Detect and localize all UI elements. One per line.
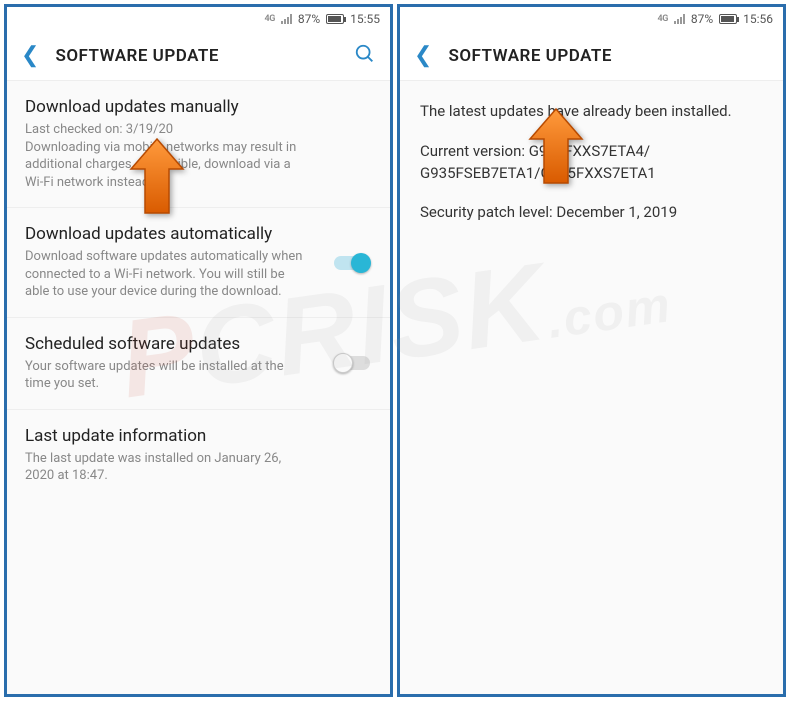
page-title: SOFTWARE UPDATE bbox=[55, 46, 338, 66]
status-bar: 4G 87% 15:56 bbox=[400, 7, 783, 31]
download-auto-item[interactable]: Download updates automatically Download … bbox=[7, 208, 390, 318]
signal-icon bbox=[674, 14, 685, 24]
battery-icon bbox=[719, 14, 737, 24]
battery-percent: 87% bbox=[691, 12, 713, 26]
settings-list: Download updates manually Last checked o… bbox=[7, 81, 390, 694]
item-title: Download updates manually bbox=[25, 97, 372, 117]
item-title: Download updates automatically bbox=[25, 224, 372, 244]
phone-left: 4G 87% 15:55 ❮ SOFTWARE UPDATE Download … bbox=[4, 4, 393, 697]
item-description: The last update was installed on January… bbox=[25, 450, 372, 485]
status-bar: 4G 87% 15:55 bbox=[7, 7, 390, 31]
auto-update-toggle[interactable] bbox=[332, 252, 372, 274]
download-manually-item[interactable]: Download updates manually Last checked o… bbox=[7, 81, 390, 208]
security-patch-level: Security patch level: December 1, 2019 bbox=[420, 202, 763, 224]
item-title: Scheduled software updates bbox=[25, 334, 372, 354]
signal-icon bbox=[281, 14, 292, 24]
network-indicator: 4G bbox=[658, 14, 668, 24]
scheduled-toggle[interactable] bbox=[332, 352, 372, 374]
installed-message: The latest updates have already been ins… bbox=[420, 101, 763, 123]
app-bar: ❮ SOFTWARE UPDATE bbox=[7, 31, 390, 81]
scheduled-updates-item[interactable]: Scheduled software updates Your software… bbox=[7, 318, 390, 410]
phone-right: 4G 87% 15:56 ❮ SOFTWARE UPDATE The lates… bbox=[397, 4, 786, 697]
battery-percent: 87% bbox=[298, 12, 320, 26]
page-title: SOFTWARE UPDATE bbox=[448, 46, 769, 66]
update-info: The latest updates have already been ins… bbox=[400, 81, 783, 694]
network-indicator: 4G bbox=[265, 14, 275, 24]
search-icon[interactable] bbox=[354, 43, 376, 69]
clock: 15:55 bbox=[350, 12, 380, 26]
item-description: Your software updates will be installed … bbox=[25, 358, 372, 393]
app-bar: ❮ SOFTWARE UPDATE bbox=[400, 31, 783, 81]
item-description: Download software updates automatically … bbox=[25, 248, 372, 301]
back-icon[interactable]: ❮ bbox=[414, 45, 432, 67]
item-title: Last update information bbox=[25, 426, 372, 446]
battery-icon bbox=[326, 14, 344, 24]
item-description: Last checked on: 3/19/20 Downloading via… bbox=[25, 121, 372, 191]
last-update-item[interactable]: Last update information The last update … bbox=[7, 410, 390, 501]
clock: 15:56 bbox=[743, 12, 773, 26]
dual-screenshot-frame: 4G 87% 15:55 ❮ SOFTWARE UPDATE Download … bbox=[0, 0, 790, 701]
back-icon[interactable]: ❮ bbox=[21, 45, 39, 67]
current-version: Current version: G935FXXS7ETA4/ G935FSEB… bbox=[420, 141, 763, 185]
